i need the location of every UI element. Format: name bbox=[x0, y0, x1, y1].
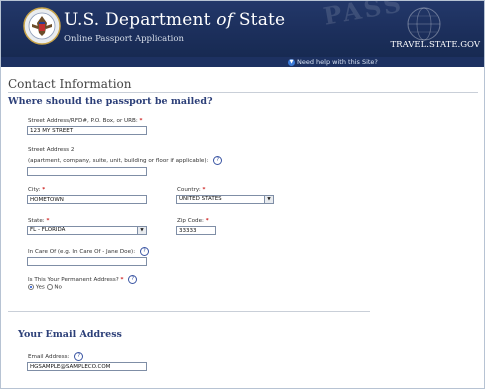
globe-icon bbox=[407, 7, 441, 41]
required-marker: * bbox=[139, 118, 143, 124]
care-of-input[interactable] bbox=[27, 257, 147, 266]
required-marker: * bbox=[202, 187, 206, 193]
required-marker: * bbox=[46, 218, 50, 224]
help-icon[interactable]: ? bbox=[74, 352, 84, 361]
mail-heading: Where should the passport be mailed? bbox=[8, 96, 213, 107]
email-input[interactable]: HGSAMPLE@SAMPLECO.COM bbox=[27, 362, 147, 371]
chevron-down-icon[interactable]: ▼ bbox=[264, 196, 273, 203]
street2-input[interactable] bbox=[27, 167, 147, 176]
email-label-text: Email Address: bbox=[28, 354, 70, 360]
required-marker: * bbox=[205, 218, 209, 224]
site-title-state: State bbox=[238, 10, 286, 30]
no-radio-label[interactable]: No bbox=[54, 285, 62, 291]
email-label: Email Address: ? bbox=[28, 352, 84, 361]
help-icon[interactable]: ? bbox=[213, 156, 223, 165]
yes-radio-label[interactable]: Yes bbox=[36, 285, 45, 291]
permanent-address-label: Is This Your Permanent Address? * ? bbox=[28, 275, 138, 284]
street2-hint: (apartment, company, suite, unit, buildi… bbox=[28, 156, 223, 165]
country-select-value: UNITED STATES bbox=[179, 196, 222, 202]
required-marker: * bbox=[120, 277, 124, 283]
state-department-seal-icon bbox=[23, 7, 61, 45]
email-heading: Your Email Address bbox=[18, 329, 122, 340]
page-title: Contact Information bbox=[8, 77, 132, 91]
required-marker: * bbox=[42, 187, 46, 193]
city-input[interactable]: HOMETOWN bbox=[27, 195, 147, 204]
state-label: State: * bbox=[28, 218, 49, 224]
city-label: City: * bbox=[28, 187, 45, 193]
country-label-text: Country: bbox=[177, 187, 201, 193]
permanent-address-label-text: Is This Your Permanent Address? bbox=[28, 277, 119, 283]
title-divider bbox=[8, 92, 478, 93]
travel-state-gov-link[interactable]: TRAVEL.STATE.GOV bbox=[391, 40, 481, 50]
country-label: Country: * bbox=[177, 187, 205, 193]
site-header: U.S. Department of State Online Passport… bbox=[1, 1, 484, 57]
site-subtitle: Online Passport Application bbox=[64, 34, 184, 44]
no-radio[interactable] bbox=[46, 284, 53, 290]
country-select[interactable]: UNITED STATES ▼ bbox=[176, 195, 274, 204]
zip-label-text: Zip Code: bbox=[177, 218, 204, 224]
site-title-of: of bbox=[216, 10, 234, 30]
help-link[interactable]: ▼ Need help with this Site? bbox=[288, 57, 378, 67]
chevron-down-icon[interactable]: ▼ bbox=[137, 227, 146, 234]
street1-label: Street Address/RFD#, P.O. Box, or URB: * bbox=[28, 118, 142, 124]
yes-radio[interactable] bbox=[28, 284, 34, 290]
zip-input[interactable]: 33333 bbox=[176, 226, 216, 235]
site-title: U.S. Department of State bbox=[64, 10, 285, 30]
permanent-address-options: Yes No bbox=[28, 284, 62, 291]
passport-watermark: PASS bbox=[321, 1, 406, 31]
street2-hint-text: (apartment, company, suite, unit, buildi… bbox=[28, 158, 209, 164]
city-label-text: City: bbox=[28, 187, 41, 193]
info-icon: ▼ bbox=[288, 58, 295, 66]
street2-label: Street Address 2 bbox=[28, 147, 75, 153]
help-icon[interactable]: ? bbox=[128, 275, 138, 284]
street1-input[interactable]: 123 MY STREET bbox=[27, 126, 147, 135]
state-label-text: State: bbox=[28, 218, 45, 224]
help-bar: ▼ Need help with this Site? bbox=[1, 57, 484, 67]
site-title-main: U.S. Department bbox=[64, 10, 211, 30]
state-select[interactable]: FL - FLORIDA ▼ bbox=[27, 226, 147, 235]
street1-label-text: Street Address/RFD#, P.O. Box, or URB: bbox=[28, 118, 138, 124]
care-of-label-text: In Care Of (e.g. In Care Of - Jane Doe): bbox=[28, 249, 136, 255]
help-link-text: Need help with this Site? bbox=[297, 58, 378, 66]
zip-label: Zip Code: * bbox=[177, 218, 209, 224]
care-of-label: In Care Of (e.g. In Care Of - Jane Doe):… bbox=[28, 247, 149, 256]
state-select-value: FL - FLORIDA bbox=[30, 227, 66, 233]
section-divider bbox=[8, 311, 370, 312]
help-icon[interactable]: ? bbox=[139, 247, 149, 256]
